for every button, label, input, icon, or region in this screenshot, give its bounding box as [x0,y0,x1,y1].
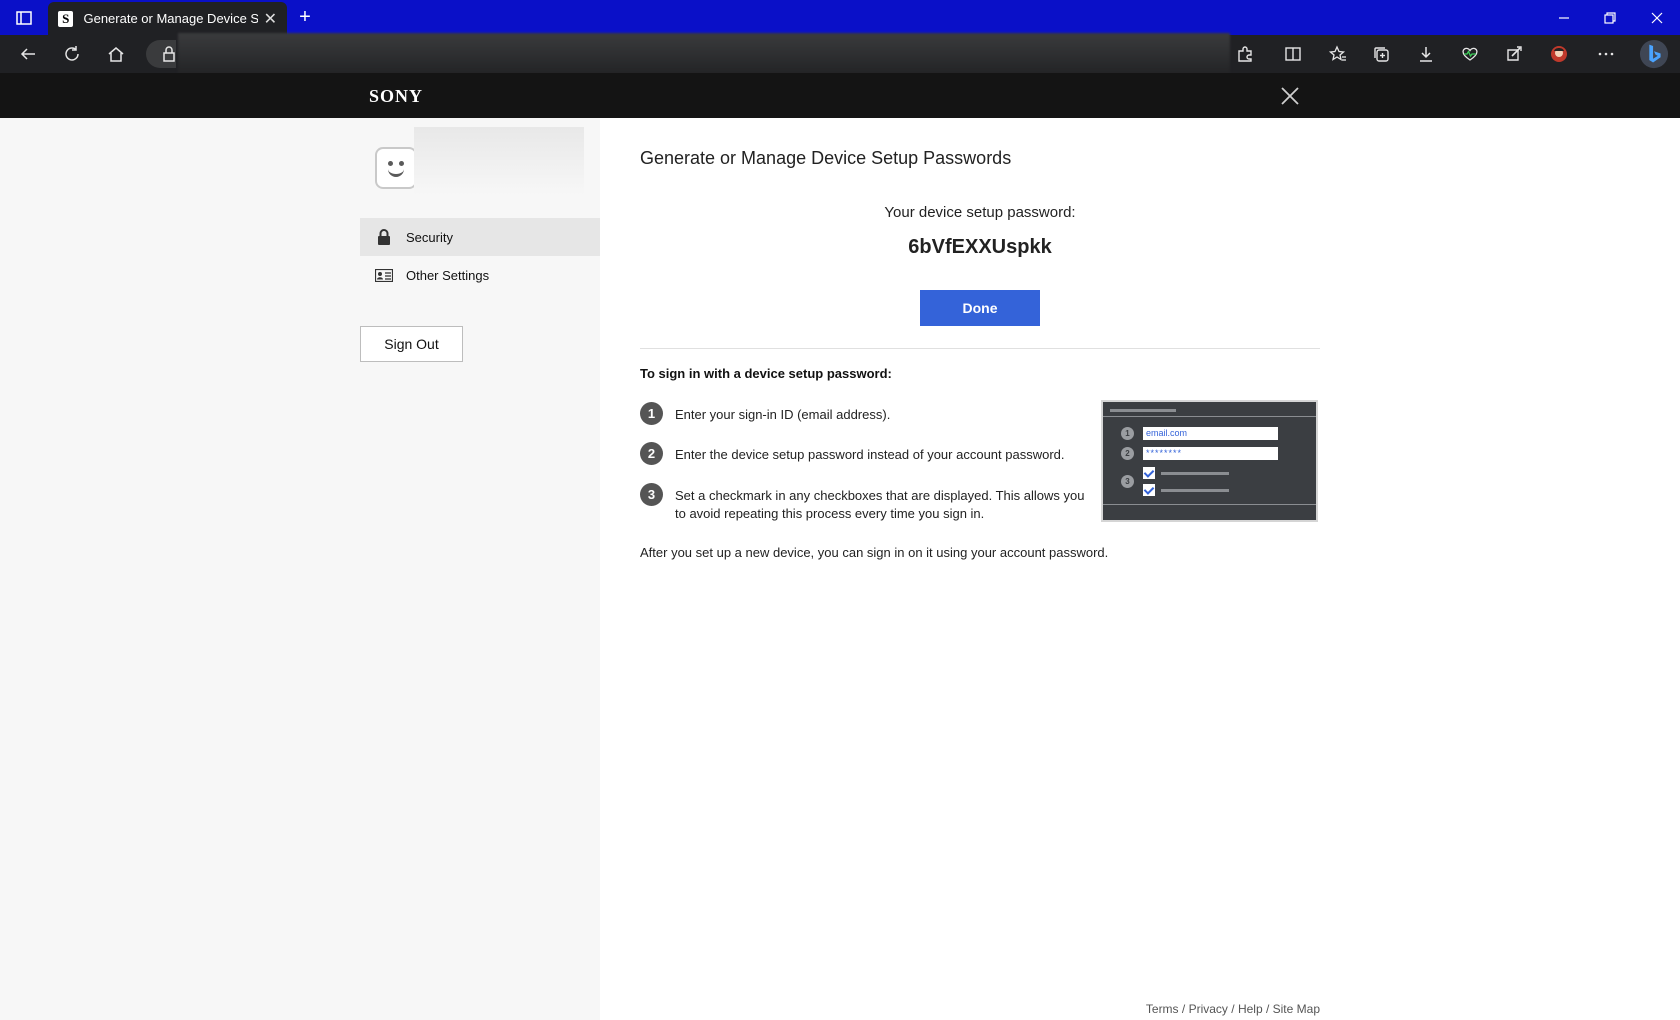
after-setup-note: After you set up a new device, you can s… [640,545,1109,560]
illustration-password-field: ******** [1143,447,1278,460]
close-icon[interactable] [1278,84,1302,108]
bing-icon[interactable] [1638,38,1670,70]
step-text: Set a checkmark in any checkboxes that a… [675,488,1085,521]
plus-icon[interactable]: + [295,6,315,28]
tab-title: Generate or Manage Device Setu [83,11,258,26]
divider [640,348,1320,349]
step-item: 3 Set a checkmark in any checkboxes that… [640,483,1090,523]
illustration-number: 3 [1121,475,1134,488]
puzzle-icon[interactable] [1231,40,1259,68]
close-icon[interactable] [1647,8,1667,28]
step-number: 3 [640,483,663,506]
step-item: 1 Enter your sign-in ID (email address). [640,402,1090,425]
heart-pulse-icon[interactable] [1456,40,1484,68]
browser-tab-bar: S Generate or Manage Device Setu ✕ + [0,0,1680,35]
browser-tab[interactable]: S Generate or Manage Device Setu ✕ [48,2,287,35]
sony-logo[interactable]: SONY [369,86,423,107]
step-number: 1 [640,402,663,425]
restore-icon[interactable] [1600,8,1620,28]
sidebar-icon[interactable] [14,8,34,28]
lock-icon [374,229,394,245]
step-text: Enter your sign-in ID (email address). [675,407,891,422]
copilot-icon[interactable] [1500,40,1528,68]
illustration-checkbox [1143,484,1155,496]
tab-favicon: S [58,10,74,27]
home-icon[interactable] [102,40,130,68]
illustration-checkbox [1143,467,1155,479]
illustration-number: 2 [1121,447,1134,460]
download-icon[interactable] [1412,40,1440,68]
minimize-icon[interactable] [1554,8,1574,28]
footer-link-privacy[interactable]: Privacy [1189,1002,1228,1016]
footer-separator: / [1262,1002,1273,1016]
split-screen-icon[interactable] [1279,40,1307,68]
footer-link-site-map[interactable]: Site Map [1273,1002,1320,1016]
sidebar-item-label: Security [406,229,453,245]
profile-avatar[interactable] [1545,40,1573,68]
close-icon[interactable]: ✕ [264,9,277,29]
done-button[interactable]: Done [920,290,1040,326]
device-setup-password: 6bVfEXXUspkk [908,236,1052,258]
footer-separator: / [1227,1002,1238,1016]
sidebar-item-security[interactable]: Security [360,218,600,256]
more-icon[interactable] [1592,40,1620,68]
favorites-icon[interactable] [1324,40,1352,68]
page-title: Generate or Manage Device Setup Password… [640,148,1012,168]
back-arrow-icon[interactable] [14,40,42,68]
footer-links: Terms / Privacy / Help / Site Map [1146,1002,1320,1016]
footer-link-terms[interactable]: Terms [1146,1002,1179,1016]
sign-in-illustration: 1 email.com 2 ******** 3 [1101,400,1318,522]
sign-out-button[interactable]: Sign Out [360,326,463,362]
password-label: Your device setup password: [884,204,1076,221]
instructions-heading: To sign in with a device setup password: [640,366,892,381]
redacted-account-name [414,127,584,195]
id-card-icon [374,267,394,283]
illustration-number: 1 [1121,427,1134,440]
sony-header [0,73,1680,118]
footer-link-help[interactable]: Help [1238,1002,1263,1016]
step-text: Enter the device setup password instead … [675,447,1065,462]
refresh-icon[interactable] [58,40,86,68]
step-item: 2 Enter the device setup password instea… [640,442,1090,465]
avatar [375,147,417,189]
collections-icon[interactable] [1367,40,1395,68]
sidebar-item-label: Other Settings [406,267,490,283]
sidebar-item-other-settings[interactable]: Other Settings [360,256,600,294]
footer-separator: / [1178,1002,1189,1016]
step-number: 2 [640,442,663,465]
illustration-email-field: email.com [1143,427,1278,440]
